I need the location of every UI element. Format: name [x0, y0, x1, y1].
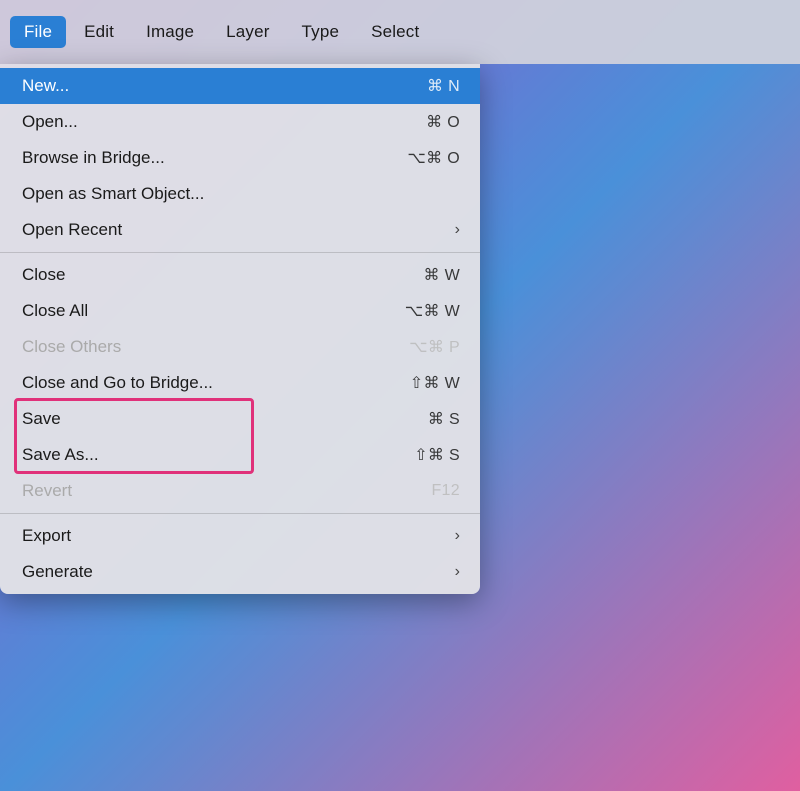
separator-2	[0, 513, 480, 514]
menu-item-open-smart[interactable]: Open as Smart Object...	[0, 176, 480, 212]
menu-item-browse[interactable]: Browse in Bridge... ⌥⌘ O	[0, 140, 480, 176]
menu-bar-item-file[interactable]: File	[10, 16, 66, 48]
menu-item-generate-label: Generate	[22, 562, 93, 582]
menu-item-close-all-shortcut: ⌥⌘ W	[405, 301, 460, 321]
menu-item-close-others-shortcut: ⌥⌘ P	[409, 337, 460, 357]
menu-item-open[interactable]: Open... ⌘ O	[0, 104, 480, 140]
menu-item-save-as-shortcut: ⇧⌘ S	[414, 445, 460, 465]
menu-item-open-recent-label: Open Recent	[22, 220, 122, 240]
file-dropdown-menu: New... ⌘ N Open... ⌘ O Browse in Bridge.…	[0, 64, 480, 594]
menu-item-close-bridge-shortcut: ⇧⌘ W	[410, 373, 460, 393]
menu-item-save[interactable]: Save ⌘ S	[0, 401, 480, 437]
menu-item-save-label: Save	[22, 409, 61, 429]
submenu-export-arrow-icon: ›	[455, 527, 460, 545]
menu-item-new-label: New...	[22, 76, 69, 96]
menu-item-open-smart-label: Open as Smart Object...	[22, 184, 204, 204]
menu-item-browse-label: Browse in Bridge...	[22, 148, 165, 168]
menu-item-new[interactable]: New... ⌘ N	[0, 68, 480, 104]
menu-item-close-bridge[interactable]: Close and Go to Bridge... ⇧⌘ W	[0, 365, 480, 401]
menu-bar: File Edit Image Layer Type Select	[0, 0, 800, 64]
menu-item-close-bridge-label: Close and Go to Bridge...	[22, 373, 213, 393]
menu-item-revert-shortcut: F12	[431, 482, 460, 500]
menu-item-close-others-label: Close Others	[22, 337, 121, 357]
menu-item-revert-label: Revert	[22, 481, 72, 501]
menu-item-browse-shortcut: ⌥⌘ O	[407, 148, 460, 168]
menu-item-close-label: Close	[22, 265, 65, 285]
menu-item-open-recent[interactable]: Open Recent ›	[0, 212, 480, 248]
menu-item-close-all[interactable]: Close All ⌥⌘ W	[0, 293, 480, 329]
menu-item-revert: Revert F12	[0, 473, 480, 509]
menu-bar-item-layer[interactable]: Layer	[212, 16, 283, 48]
menu-item-close[interactable]: Close ⌘ W	[0, 257, 480, 293]
menu-item-new-shortcut: ⌘ N	[427, 76, 460, 96]
menu-item-save-as-label: Save As...	[22, 445, 99, 465]
menu-item-close-others: Close Others ⌥⌘ P	[0, 329, 480, 365]
menu-item-close-all-label: Close All	[22, 301, 88, 321]
menu-item-open-shortcut: ⌘ O	[426, 112, 460, 132]
menu-item-close-shortcut: ⌘ W	[423, 265, 460, 285]
menu-item-export[interactable]: Export ›	[0, 518, 480, 554]
menu-bar-item-select[interactable]: Select	[357, 16, 433, 48]
menu-item-open-label: Open...	[22, 112, 78, 132]
menu-bar-item-image[interactable]: Image	[132, 16, 208, 48]
menu-bar-item-type[interactable]: Type	[288, 16, 354, 48]
submenu-arrow-icon: ›	[455, 221, 460, 239]
separator-1	[0, 252, 480, 253]
menu-item-export-label: Export	[22, 526, 71, 546]
menu-item-generate[interactable]: Generate ›	[0, 554, 480, 590]
menu-bar-item-edit[interactable]: Edit	[70, 16, 128, 48]
menu-item-save-shortcut: ⌘ S	[428, 409, 460, 429]
menu-item-save-as[interactable]: Save As... ⇧⌘ S	[0, 437, 480, 473]
submenu-generate-arrow-icon: ›	[455, 563, 460, 581]
